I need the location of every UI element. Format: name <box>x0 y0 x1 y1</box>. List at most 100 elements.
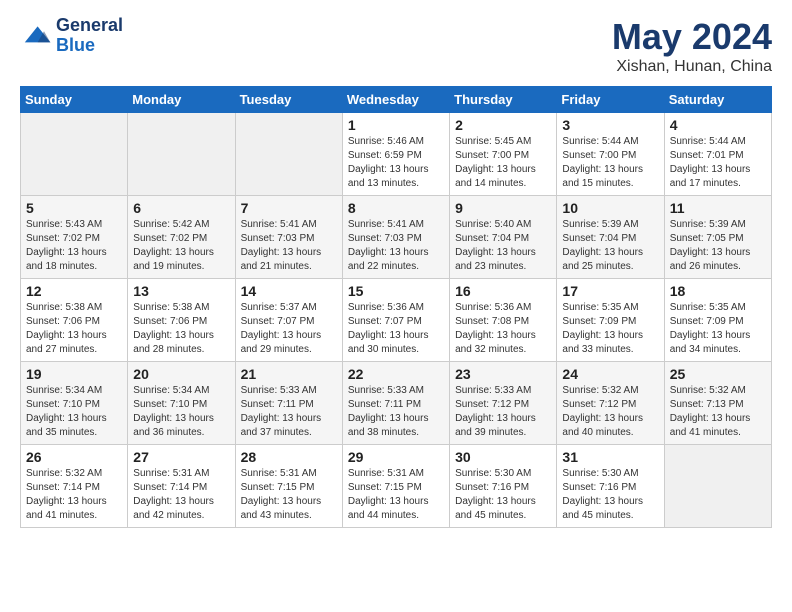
calendar-header-row: SundayMondayTuesdayWednesdayThursdayFrid… <box>21 87 772 113</box>
day-info: Sunrise: 5:38 AM Sunset: 7:06 PM Dayligh… <box>133 301 229 357</box>
calendar-cell: 7Sunrise: 5:41 AM Sunset: 7:03 PM Daylig… <box>235 196 342 279</box>
day-info: Sunrise: 5:45 AM Sunset: 7:00 PM Dayligh… <box>455 135 551 191</box>
day-number: 31 <box>562 449 658 465</box>
day-info: Sunrise: 5:36 AM Sunset: 7:07 PM Dayligh… <box>348 301 444 357</box>
day-info: Sunrise: 5:43 AM Sunset: 7:02 PM Dayligh… <box>26 218 122 274</box>
day-of-week-header: Monday <box>128 87 235 113</box>
day-number: 30 <box>455 449 551 465</box>
calendar-cell: 12 Sunrise: 5:38 AM Sunset: 7:06 PM Dayli… <box>21 279 128 362</box>
day-info: Sunrise: 5:42 AM Sunset: 7:02 PM Dayligh… <box>133 218 229 274</box>
day-info: Sunrise: 5:35 AM Sunset: 7:09 PM Dayligh… <box>562 301 658 357</box>
calendar-cell: 13 Sunrise: 5:38 AM Sunset: 7:06 PM Dayli… <box>128 279 235 362</box>
calendar-cell: 4Sunrise: 5:44 AM Sunset: 7:01 PM Daylig… <box>664 113 771 196</box>
logo-text: General Blue <box>56 16 123 56</box>
calendar-week-row: 5 Sunrise: 5:43 AM Sunset: 7:02 PM Daylig… <box>21 196 772 279</box>
calendar-cell: 8 Sunrise: 5:41 AM Sunset: 7:03 PM Daylig… <box>342 196 449 279</box>
day-info: Sunrise: 5:37 AM Sunset: 7:07 PM Dayligh… <box>241 301 337 357</box>
title-block: May 2024 Xishan, Hunan, China <box>612 16 772 76</box>
day-info: Sunrise: 5:34 AM Sunset: 7:10 PM Dayligh… <box>133 384 229 440</box>
day-info: Sunrise: 5:38 AM Sunset: 7:06 PM Dayligh… <box>26 301 122 357</box>
day-info: Sunrise: 5:32 AM Sunset: 7:14 PM Dayligh… <box>26 467 122 523</box>
calendar-cell: 23 Sunrise: 5:33 AM Sunset: 7:12 PM Dayli… <box>450 362 557 445</box>
calendar-cell: 5 Sunrise: 5:43 AM Sunset: 7:02 PM Daylig… <box>21 196 128 279</box>
calendar-cell: 29 Sunrise: 5:31 AM Sunset: 7:15 PM Dayli… <box>342 445 449 528</box>
day-info: Sunrise: 5:33 AM Sunset: 7:12 PM Dayligh… <box>455 384 551 440</box>
day-number: 6 <box>133 200 229 216</box>
day-number: 29 <box>348 449 444 465</box>
day-number: 16 <box>455 283 551 299</box>
calendar-cell: 26 Sunrise: 5:32 AM Sunset: 7:14 PM Dayli… <box>21 445 128 528</box>
day-info: Sunrise: 5:32 AM Sunset: 7:13 PM Dayligh… <box>670 384 766 440</box>
calendar-week-row: 12 Sunrise: 5:38 AM Sunset: 7:06 PM Dayli… <box>21 279 772 362</box>
calendar-cell: 3 Sunrise: 5:44 AM Sunset: 7:00 PM Daylig… <box>557 113 664 196</box>
day-number: 1 <box>348 117 444 133</box>
day-number: 20 <box>133 366 229 382</box>
calendar-cell: 21 Sunrise: 5:33 AM Sunset: 7:11 PM Dayli… <box>235 362 342 445</box>
day-number: 2 <box>455 117 551 133</box>
calendar-cell: 19Sunrise: 5:34 AM Sunset: 7:10 PM Dayli… <box>21 362 128 445</box>
day-number: 11 <box>670 200 766 216</box>
day-info: Sunrise: 5:30 AM Sunset: 7:16 PM Dayligh… <box>455 467 551 523</box>
calendar-cell: 24Sunrise: 5:32 AM Sunset: 7:12 PM Dayli… <box>557 362 664 445</box>
day-number: 13 <box>133 283 229 299</box>
day-number: 5 <box>26 200 122 216</box>
day-of-week-header: Saturday <box>664 87 771 113</box>
day-number: 15 <box>348 283 444 299</box>
day-info: Sunrise: 5:36 AM Sunset: 7:08 PM Dayligh… <box>455 301 551 357</box>
day-of-week-header: Sunday <box>21 87 128 113</box>
calendar-cell: 17Sunrise: 5:35 AM Sunset: 7:09 PM Dayli… <box>557 279 664 362</box>
day-number: 28 <box>241 449 337 465</box>
day-number: 25 <box>670 366 766 382</box>
day-of-week-header: Wednesday <box>342 87 449 113</box>
day-number: 3 <box>562 117 658 133</box>
day-info: Sunrise: 5:30 AM Sunset: 7:16 PM Dayligh… <box>562 467 658 523</box>
day-number: 22 <box>348 366 444 382</box>
calendar-cell: 16 Sunrise: 5:36 AM Sunset: 7:08 PM Dayli… <box>450 279 557 362</box>
day-number: 12 <box>26 283 122 299</box>
day-info: Sunrise: 5:40 AM Sunset: 7:04 PM Dayligh… <box>455 218 551 274</box>
day-number: 26 <box>26 449 122 465</box>
calendar-cell <box>664 445 771 528</box>
calendar-cell: 28 Sunrise: 5:31 AM Sunset: 7:15 PM Dayli… <box>235 445 342 528</box>
day-number: 14 <box>241 283 337 299</box>
day-of-week-header: Friday <box>557 87 664 113</box>
day-info: Sunrise: 5:32 AM Sunset: 7:12 PM Dayligh… <box>562 384 658 440</box>
calendar-cell: 15 Sunrise: 5:36 AM Sunset: 7:07 PM Dayli… <box>342 279 449 362</box>
day-number: 21 <box>241 366 337 382</box>
day-number: 18 <box>670 283 766 299</box>
calendar-cell: 10 Sunrise: 5:39 AM Sunset: 7:04 PM Dayli… <box>557 196 664 279</box>
day-number: 8 <box>348 200 444 216</box>
day-info: Sunrise: 5:44 AM Sunset: 7:00 PM Dayligh… <box>562 135 658 191</box>
calendar-cell <box>128 113 235 196</box>
day-number: 10 <box>562 200 658 216</box>
calendar-cell: 18 Sunrise: 5:35 AM Sunset: 7:09 PM Dayli… <box>664 279 771 362</box>
calendar-week-row: 19 Sunrise: 5:34 AM Sunset: 7:10 PM Dayli… <box>21 362 772 445</box>
calendar-cell: 11 Sunrise: 5:39 AM Sunset: 7:05 PM Dayli… <box>664 196 771 279</box>
location: Xishan, Hunan, China <box>612 58 772 76</box>
day-info: Sunrise: 5:39 AM Sunset: 7:04 PM Dayligh… <box>562 218 658 274</box>
day-info: Sunrise: 5:41 AM Sunset: 7:03 PM Dayligh… <box>241 218 337 274</box>
calendar-cell: 27Sunrise: 5:31 AM Sunset: 7:14 PM Dayli… <box>128 445 235 528</box>
day-number: 9 <box>455 200 551 216</box>
day-number: 19 <box>26 366 122 382</box>
day-of-week-header: Thursday <box>450 87 557 113</box>
day-info: Sunrise: 5:44 AM Sunset: 7:01 PM Dayligh… <box>670 135 766 191</box>
logo: General Blue <box>20 16 123 56</box>
calendar-week-row: 1 Sunrise: 5:46 AM Sunset: 6:59 PM Daylig… <box>21 113 772 196</box>
day-info: Sunrise: 5:39 AM Sunset: 7:05 PM Dayligh… <box>670 218 766 274</box>
day-info: Sunrise: 5:41 AM Sunset: 7:03 PM Dayligh… <box>348 218 444 274</box>
day-info: Sunrise: 5:35 AM Sunset: 7:09 PM Dayligh… <box>670 301 766 357</box>
calendar-cell <box>235 113 342 196</box>
page-header: General Blue May 2024 Xishan, Hunan, Chi… <box>20 16 772 76</box>
day-info: Sunrise: 5:31 AM Sunset: 7:15 PM Dayligh… <box>241 467 337 523</box>
calendar-cell <box>21 113 128 196</box>
logo-icon <box>20 20 52 52</box>
day-info: Sunrise: 5:33 AM Sunset: 7:11 PM Dayligh… <box>241 384 337 440</box>
calendar-cell: 20 Sunrise: 5:34 AM Sunset: 7:10 PM Dayli… <box>128 362 235 445</box>
calendar-week-row: 26 Sunrise: 5:32 AM Sunset: 7:14 PM Dayli… <box>21 445 772 528</box>
day-info: Sunrise: 5:31 AM Sunset: 7:15 PM Dayligh… <box>348 467 444 523</box>
calendar-cell: 25 Sunrise: 5:32 AM Sunset: 7:13 PM Dayli… <box>664 362 771 445</box>
calendar-cell: 1 Sunrise: 5:46 AM Sunset: 6:59 PM Daylig… <box>342 113 449 196</box>
day-number: 23 <box>455 366 551 382</box>
day-info: Sunrise: 5:46 AM Sunset: 6:59 PM Dayligh… <box>348 135 444 191</box>
